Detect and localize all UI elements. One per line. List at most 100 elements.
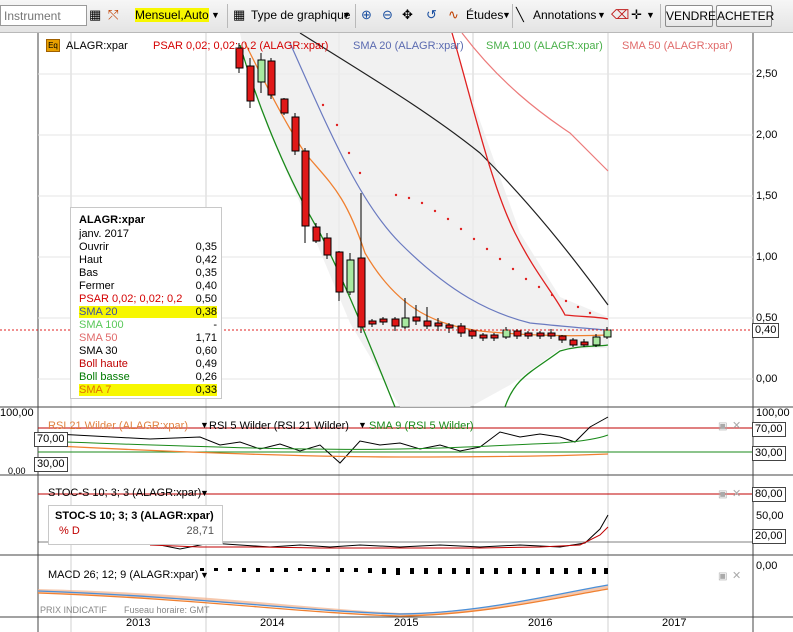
x-tick: 2013: [126, 617, 151, 629]
candle: [312, 226, 321, 242]
candle: [558, 335, 567, 341]
candle: [391, 318, 400, 327]
infobox-row: Boll basse 0,26: [79, 371, 217, 383]
rsi-30-tag: 30,00: [752, 446, 786, 461]
chart-type-menu[interactable]: Type de graphique: [251, 8, 350, 22]
eraser-icon[interactable]: ⌫: [611, 6, 629, 24]
reset-icon[interactable]: ↺: [426, 6, 437, 24]
maximize-icon[interactable]: ▣: [718, 489, 727, 500]
sell-button[interactable]: VENDRE: [665, 5, 716, 27]
infobox-row: Boll haute 0,49: [79, 358, 217, 370]
legend-sma50[interactable]: SMA 50 (ALAGR:xpar): [622, 40, 733, 52]
candle: [513, 330, 522, 337]
pan-icon[interactable]: ✥: [402, 6, 413, 24]
infobox-row: Haut 0,42: [79, 254, 217, 266]
chevron-down-icon[interactable]: ▼: [597, 10, 606, 20]
divider: [355, 4, 356, 28]
chevron-down-icon[interactable]: ▼: [342, 10, 351, 20]
studies-menu[interactable]: Études: [466, 8, 503, 22]
candle: [423, 320, 432, 327]
y-tick: 1,50: [756, 190, 778, 202]
candle: [401, 317, 410, 328]
rsi-axis-top: 100,00: [756, 407, 790, 419]
candle: [357, 257, 366, 328]
legend-rsi21[interactable]: RSI 21 Wilder (ALAGR:xpar): [48, 420, 188, 432]
candle: [335, 251, 344, 293]
x-tick: 2015: [394, 617, 419, 629]
candle: [468, 330, 477, 337]
candle: [434, 322, 443, 327]
close-icon[interactable]: ✕: [732, 487, 741, 500]
candle: [536, 332, 545, 337]
last-price-tag: 0,40: [752, 323, 780, 338]
divider: [660, 4, 661, 28]
candle: [603, 329, 612, 338]
legend-rsi-sma9[interactable]: SMA 9 (RSI 5 Wilder): [369, 420, 474, 432]
instrument-badge-icon: Eq: [46, 39, 60, 52]
legend-sma100[interactable]: SMA 100 (ALAGR:xpar): [486, 40, 603, 52]
y-tick: 2,00: [756, 129, 778, 141]
candle: [445, 324, 454, 329]
chevron-down-icon[interactable]: ▼: [200, 570, 209, 580]
infobox-date: janv. 2017: [79, 228, 129, 240]
candle: [479, 334, 488, 339]
legend-sma20[interactable]: SMA 20 (ALAGR:xpar): [353, 40, 464, 52]
infobox-row: PSAR 0,02; 0,02; 0,2 0,50: [79, 293, 217, 305]
footer-price-note: PRIX INDICATIF: [40, 605, 107, 615]
compare-icon[interactable]: ⤲: [108, 6, 118, 24]
candle: [368, 320, 377, 325]
infobox-row: Bas 0,35: [79, 267, 217, 279]
legend-macd[interactable]: MACD 26; 12; 9 (ALAGR:xpar): [48, 569, 198, 581]
infobox-row: SMA 20 0,38: [79, 306, 217, 318]
buy-button[interactable]: ACHETER: [716, 5, 774, 27]
candle: [323, 237, 332, 256]
infobox-row: Fermer 0,40: [79, 280, 217, 292]
data-tooltip-box: ALAGR:xpar janv. 2017 Ouvrir 0,35 Haut 0,4…: [70, 207, 222, 399]
stoch-80-tag: 80,00: [752, 487, 786, 502]
legend-stoch[interactable]: STOC-S 10; 3; 3 (ALAGR:xpar): [48, 487, 201, 499]
auto-selector[interactable]: Auto: [184, 8, 209, 22]
chevron-down-icon[interactable]: ▼: [211, 10, 220, 20]
footer-timezone: Fuseau horaire: GMT: [124, 605, 210, 615]
line-tool-icon: ╲: [516, 7, 524, 22]
toolbar: ▦ ⤲ Mensuel, Auto ▼ ▦ Type de graphique …: [0, 0, 793, 33]
maximize-icon[interactable]: ▣: [718, 571, 727, 582]
candle: [592, 336, 601, 346]
zoom-in-icon[interactable]: ⊕: [361, 6, 372, 24]
candle: [524, 332, 533, 337]
legend-psar[interactable]: PSAR 0,02; 0,02; 0,2 (ALAGR:xpar): [153, 40, 328, 52]
rsi-30-tag-left: 30,00: [34, 457, 68, 472]
close-icon[interactable]: ✕: [732, 419, 741, 432]
instrument-input[interactable]: [0, 5, 87, 26]
infobox-row: SMA 7 0,33: [79, 384, 217, 396]
candle: [346, 259, 355, 293]
chevron-down-icon[interactable]: ▼: [502, 10, 511, 20]
crosshair-icon[interactable]: ✛: [631, 6, 642, 24]
divider: [512, 4, 513, 28]
stoch-box-value: 28,71: [186, 525, 214, 537]
period-selector[interactable]: Mensuel,: [135, 8, 184, 22]
chevron-down-icon[interactable]: ▼: [358, 420, 367, 430]
chevron-down-icon[interactable]: ▼: [200, 420, 209, 430]
chevron-down-icon[interactable]: ▼: [646, 10, 655, 20]
candle: [502, 329, 511, 338]
legend-rsi5[interactable]: RSI 5 Wilder (RSI 21 Wilder): [209, 420, 349, 432]
chevron-down-icon[interactable]: ▼: [200, 488, 209, 498]
calculator-icon[interactable]: ▦: [89, 6, 101, 24]
close-icon[interactable]: ✕: [732, 569, 741, 582]
maximize-icon[interactable]: ▣: [718, 421, 727, 432]
candle: [412, 316, 421, 322]
candle: [280, 98, 289, 114]
candle: [379, 318, 388, 323]
legend-instrument[interactable]: ALAGR:xpar: [66, 40, 128, 52]
x-tick: 2014: [260, 617, 285, 629]
annotations-menu[interactable]: Annotations: [533, 8, 596, 22]
candle: [490, 334, 499, 339]
rsi-70-tag: 70,00: [752, 422, 786, 437]
rsi-axis-zero-left: 0,00: [8, 466, 26, 476]
candle: [569, 339, 578, 346]
divider: [227, 4, 228, 28]
y-tick: 0,00: [756, 373, 778, 385]
macd-axis-zero: 0,00: [756, 560, 778, 572]
zoom-out-icon[interactable]: ⊖: [382, 6, 393, 24]
